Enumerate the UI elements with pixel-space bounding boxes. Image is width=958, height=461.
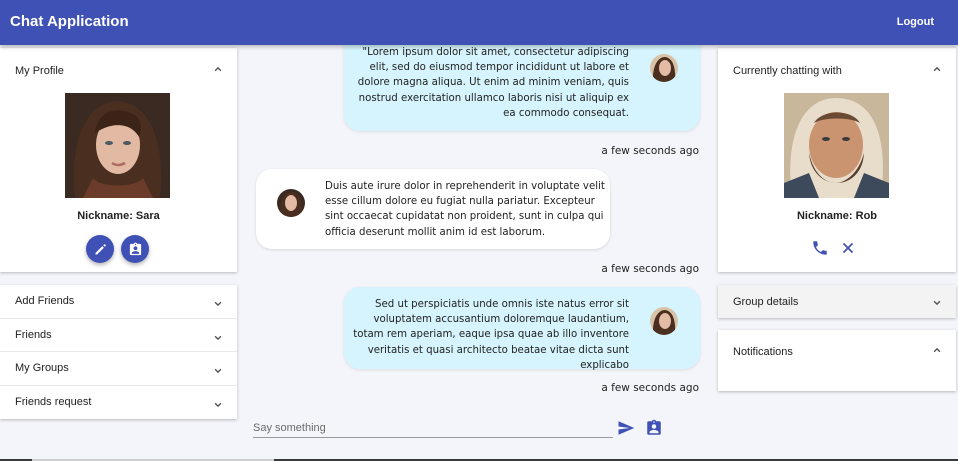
message-input[interactable] xyxy=(253,419,613,437)
menu-item-label: Add Friends xyxy=(15,295,75,307)
send-button[interactable] xyxy=(617,419,635,437)
chat-message-sent: "Lorem ipsum dolor sit amet, consectetur… xyxy=(344,32,700,131)
chevron-down-icon xyxy=(211,398,225,412)
edit-profile-button[interactable] xyxy=(86,235,114,263)
phone-icon xyxy=(813,241,827,255)
app-title: Chat Application xyxy=(10,13,129,30)
message-timestamp: a few seconds ago xyxy=(601,263,699,275)
notifications-panel: Notifications xyxy=(718,330,956,391)
sender-avatar xyxy=(650,54,678,82)
message-text: Sed ut perspiciatis unde omnis iste natu… xyxy=(353,299,629,371)
menu-item-label: My Groups xyxy=(15,362,69,374)
navigation-menu: Add Friends Friends My Groups Friends re… xyxy=(0,285,237,419)
logout-button[interactable]: Logout xyxy=(897,16,934,28)
contact-avatar xyxy=(784,93,889,198)
call-button[interactable] xyxy=(811,239,829,257)
profile-card-button[interactable] xyxy=(121,235,149,263)
share-contact-button[interactable] xyxy=(645,419,663,437)
chevron-down-icon xyxy=(211,331,225,345)
contact-card-icon xyxy=(129,242,141,255)
group-details-heading: Group details xyxy=(733,296,799,308)
menu-item-friends-request[interactable]: Friends request xyxy=(0,386,237,420)
chevron-up-icon[interactable] xyxy=(211,62,225,76)
chevron-up-icon[interactable] xyxy=(930,343,944,357)
message-timestamp: a few seconds ago xyxy=(601,145,699,157)
menu-item-add-friends[interactable]: Add Friends xyxy=(0,285,237,319)
notifications-heading: Notifications xyxy=(733,346,793,358)
profile-nickname: Nickname: Sara xyxy=(77,210,160,222)
currently-chatting-panel: Currently chatting with Nickname: Rob xyxy=(718,48,956,272)
profile-avatar xyxy=(65,93,170,198)
message-composer xyxy=(253,418,613,438)
menu-item-label: Friends request xyxy=(15,395,92,408)
my-profile-heading: My Profile xyxy=(15,65,64,77)
chat-message-sent: Sed ut perspiciatis unde omnis iste natu… xyxy=(344,287,700,371)
app-bar: Chat Application Logout xyxy=(0,0,958,45)
chat-message-received: Duis aute irure dolor in reprehenderit i… xyxy=(256,169,610,249)
contact-nickname: Nickname: Rob xyxy=(796,210,878,222)
edit-icon xyxy=(95,243,106,254)
sender-avatar xyxy=(277,189,305,217)
sender-avatar xyxy=(650,307,678,335)
chevron-down-icon xyxy=(211,364,225,378)
chevron-down-icon xyxy=(211,297,225,311)
chevron-down-icon xyxy=(930,296,944,310)
message-text: Duis aute irure dolor in reprehenderit i… xyxy=(325,181,605,238)
message-timestamp: a few seconds ago xyxy=(601,382,699,394)
chevron-up-icon[interactable] xyxy=(930,62,944,76)
send-icon xyxy=(618,421,635,435)
message-text: "Lorem ipsum dolor sit amet, consectetur… xyxy=(357,47,629,119)
close-icon xyxy=(842,242,854,254)
currently-chatting-heading: Currently chatting with xyxy=(733,65,842,77)
contact-card-icon xyxy=(647,419,661,435)
menu-item-friends[interactable]: Friends xyxy=(0,319,237,352)
menu-item-my-groups[interactable]: My Groups xyxy=(0,352,237,386)
my-profile-panel: My Profile Nickname: Sara xyxy=(0,48,237,272)
menu-item-label: Friends xyxy=(15,328,52,341)
group-details-panel[interactable]: Group details xyxy=(718,285,956,318)
end-chat-button[interactable] xyxy=(839,239,857,257)
